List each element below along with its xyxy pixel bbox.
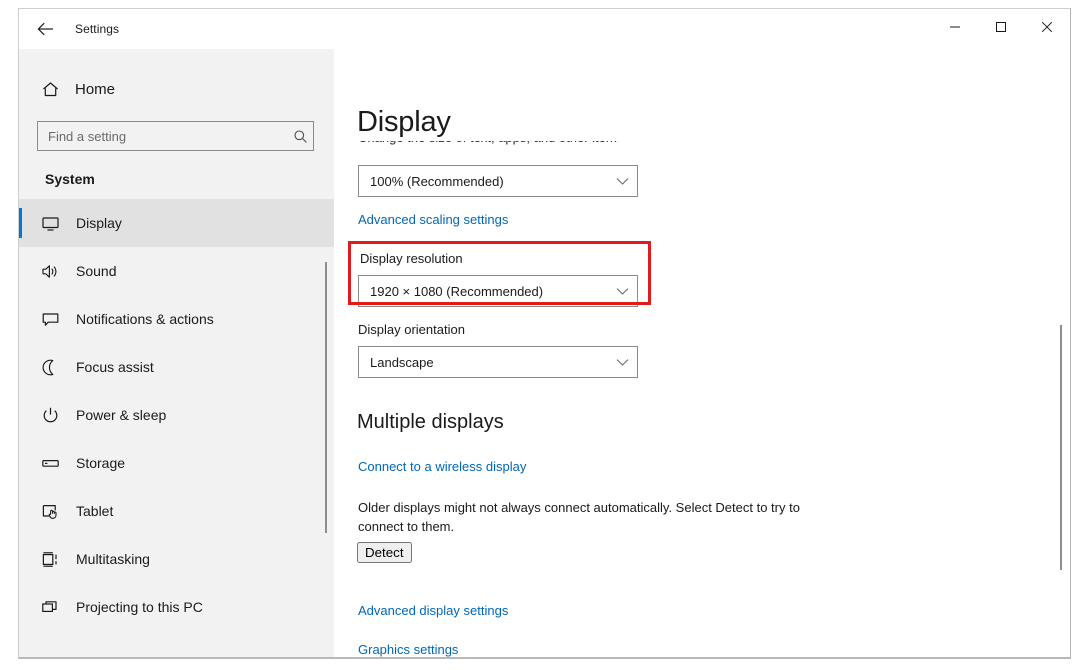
sidebar-item-label: Power & sleep: [76, 407, 167, 423]
sidebar: Home System: [19, 49, 334, 657]
multiple-displays-description: Older displays might not always connect …: [358, 500, 800, 534]
sidebar-item-label: Notifications & actions: [76, 311, 214, 327]
graphics-settings-link[interactable]: Graphics settings: [358, 642, 458, 657]
search-input[interactable]: [38, 122, 287, 150]
home-label: Home: [75, 80, 116, 98]
sidebar-item-multitasking[interactable]: Multitasking: [19, 535, 334, 583]
sidebar-scrollbar[interactable]: [322, 49, 330, 657]
sidebar-item-power-sleep[interactable]: Power & sleep: [19, 391, 334, 439]
scale-value: 100% (Recommended): [370, 173, 504, 189]
multitasking-icon: [33, 550, 67, 569]
sidebar-item-notifications[interactable]: Notifications & actions: [19, 295, 334, 343]
chevron-down-icon: [607, 177, 637, 186]
connect-wireless-display-link[interactable]: Connect to a wireless display: [358, 459, 526, 474]
chevron-down-icon: [607, 287, 637, 296]
display-resolution-dropdown[interactable]: 1920 × 1080 (Recommended): [358, 275, 638, 307]
speech-bubble-icon: [33, 310, 67, 329]
back-arrow-icon: [37, 22, 54, 36]
sidebar-item-sound[interactable]: Sound: [19, 247, 334, 295]
page-title: Display: [357, 106, 465, 139]
maximize-button[interactable]: [978, 9, 1024, 48]
display-orientation-label: Display orientation: [358, 322, 465, 337]
moon-icon: [33, 358, 67, 377]
sidebar-item-display[interactable]: Display: [19, 199, 334, 247]
minimize-button[interactable]: [932, 9, 978, 48]
tablet-hand-icon: [33, 502, 67, 521]
sidebar-item-label: Focus assist: [76, 359, 154, 375]
drive-icon: [33, 454, 67, 473]
project-screen-icon: [33, 598, 67, 617]
sidebar-scrollbar-thumb[interactable]: [325, 262, 327, 533]
sidebar-item-label: Sound: [76, 263, 117, 279]
content-pane: Change the size of text, apps, and other…: [334, 49, 1070, 657]
speaker-icon: [33, 262, 67, 281]
sidebar-item-label: Storage: [76, 455, 126, 471]
advanced-display-settings-link[interactable]: Advanced display settings: [358, 603, 508, 618]
home-icon: [33, 80, 67, 99]
clipped-scroll-remnant: Change the size of text, apps, and other…: [358, 141, 618, 153]
advanced-scaling-settings-link[interactable]: Advanced scaling settings: [358, 212, 508, 227]
monitor-icon: [33, 214, 67, 233]
display-orientation-value: Landscape: [370, 354, 434, 370]
sidebar-item-label: Display: [76, 215, 122, 231]
content-scrollbar-thumb[interactable]: [1060, 325, 1062, 570]
sidebar-section-label: System: [45, 171, 95, 187]
close-button[interactable]: [1024, 9, 1070, 48]
display-resolution-value: 1920 × 1080 (Recommended): [370, 283, 544, 299]
window-body: Home System: [19, 49, 1070, 657]
selection-accent-bar: [19, 208, 22, 238]
sidebar-item-tablet[interactable]: Tablet: [19, 487, 334, 535]
sidebar-item-home[interactable]: Home: [33, 71, 334, 107]
display-resolution-label: Display resolution: [360, 251, 463, 266]
content-scrollbar[interactable]: [1057, 49, 1065, 657]
sidebar-item-label: Tablet: [76, 503, 114, 519]
back-button[interactable]: [25, 13, 65, 45]
maximize-icon: [995, 20, 1007, 38]
sidebar-item-focus-assist[interactable]: Focus assist: [19, 343, 334, 391]
settings-scroll-area: Change the size of text, apps, and other…: [334, 49, 1070, 657]
sidebar-item-label: Projecting to this PC: [76, 599, 203, 615]
display-orientation-dropdown[interactable]: Landscape: [358, 346, 638, 378]
search-icon[interactable]: [287, 129, 313, 144]
title-bar: Settings: [19, 9, 1070, 49]
window-controls: [932, 9, 1070, 49]
close-icon: [1041, 20, 1053, 38]
settings-window: Settings Home Find a setting System Disp…: [18, 8, 1071, 659]
detect-button[interactable]: Detect: [357, 542, 412, 563]
minimize-icon: [949, 20, 961, 38]
sidebar-nav-list: Display Sound Notifications & actions Fo…: [19, 199, 334, 631]
sidebar-item-projecting[interactable]: Projecting to this PC: [19, 583, 334, 631]
sidebar-item-label: Multitasking: [76, 551, 150, 567]
window-title: Settings: [75, 22, 120, 36]
multiple-displays-heading: Multiple displays: [357, 411, 504, 433]
scale-dropdown[interactable]: 100% (Recommended): [358, 165, 638, 197]
sidebar-item-storage[interactable]: Storage: [19, 439, 334, 487]
search-box[interactable]: [37, 121, 314, 151]
chevron-down-icon: [607, 358, 637, 367]
power-icon: [33, 406, 67, 425]
